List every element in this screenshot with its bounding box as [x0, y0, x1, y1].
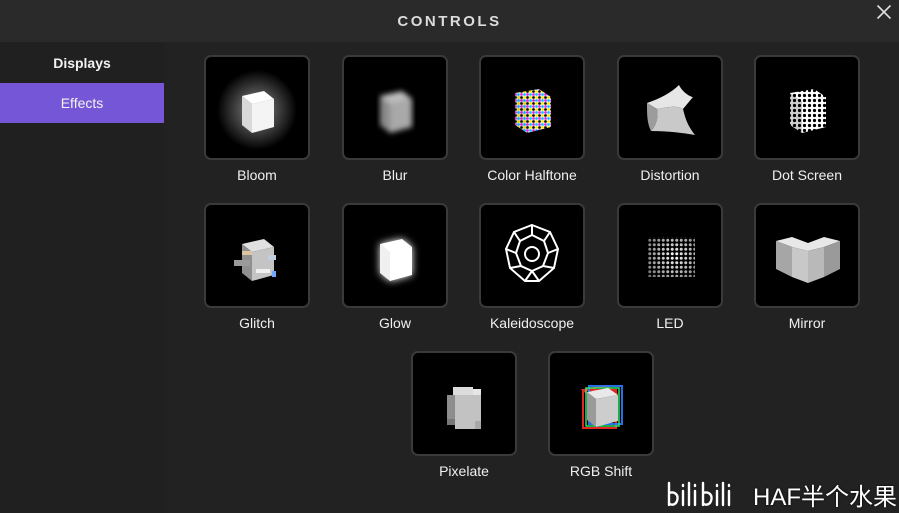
effect-label: Glow — [379, 315, 411, 331]
bilibili-logo-icon — [667, 481, 731, 507]
glow-icon — [380, 238, 412, 281]
sidebar: Displays Effects — [0, 43, 164, 513]
effect-tile-mirror[interactable]: Mirror — [754, 203, 860, 331]
effect-label: Kaleidoscope — [489, 315, 575, 331]
effect-tile-kaleidoscope[interactable]: Kaleidoscope — [479, 203, 585, 331]
distortion-icon — [647, 84, 695, 135]
sidebar-item-label: Displays — [53, 55, 111, 71]
sidebar-item-label: Effects — [60, 95, 104, 111]
effect-label: Distortion — [640, 167, 700, 183]
glitch-icon — [234, 238, 276, 281]
effect-label: Mirror — [788, 315, 826, 331]
watermark-text: HAF半个水果 — [753, 483, 897, 511]
effect-tile-distortion[interactable]: Distortion — [617, 55, 723, 183]
kaleidoscope-icon — [504, 223, 560, 282]
effect-tile-pixelate[interactable]: Pixelate — [411, 351, 517, 479]
effect-tile-glow[interactable]: Glow — [342, 203, 448, 331]
effect-tile-glitch[interactable]: Glitch — [204, 203, 310, 331]
page-title: CONTROLS — [397, 12, 502, 30]
bilibili-watermark: HAF半个水果 — [665, 477, 897, 511]
controls-header: CONTROLS — [0, 0, 899, 42]
close-icon[interactable] — [875, 3, 893, 21]
effect-tile-dot-screen[interactable]: Dot Screen — [754, 55, 860, 183]
effect-tile-blur[interactable]: Blur — [342, 55, 448, 183]
blur-icon — [380, 90, 412, 133]
effect-label: LED — [656, 315, 684, 331]
rgb-shift-icon — [580, 384, 623, 429]
effect-label: RGB Shift — [569, 463, 633, 479]
dot-screen-icon — [790, 88, 826, 133]
pixelate-icon — [447, 386, 481, 429]
mirror-icon — [776, 236, 840, 283]
effects-grid: Bloom Blur Color Halftone Distortion Dot… — [164, 43, 899, 513]
effect-label: Bloom — [237, 167, 277, 183]
bloom-icon — [217, 69, 297, 150]
effect-tile-bloom[interactable]: Bloom — [204, 55, 310, 183]
color-halftone-icon — [515, 88, 551, 133]
effect-tile-led[interactable]: LED — [617, 203, 723, 331]
effect-label: Glitch — [239, 315, 275, 331]
effect-tile-color-halftone[interactable]: Color Halftone — [479, 55, 585, 183]
sidebar-item-effects[interactable]: Effects — [0, 83, 164, 123]
effect-label: Dot Screen — [771, 167, 843, 183]
sidebar-item-displays[interactable]: Displays — [0, 43, 164, 83]
effect-tile-rgb-shift[interactable]: RGB Shift — [548, 351, 654, 479]
led-icon — [647, 236, 695, 277]
effect-label: Blur — [382, 167, 408, 183]
effect-label: Color Halftone — [487, 167, 577, 183]
effect-label: Pixelate — [439, 463, 489, 479]
